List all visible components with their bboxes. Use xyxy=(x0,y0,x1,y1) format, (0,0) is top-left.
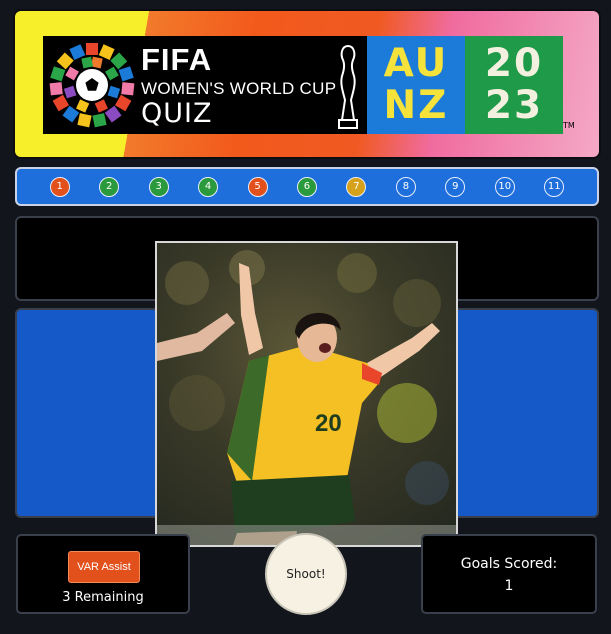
question-indicator-1[interactable]: 1 xyxy=(49,176,70,197)
banner-logo-area: FIFA WOMEN'S WORLD CUP QUIZ AU NZ 20 23 xyxy=(43,36,563,134)
jersey-number: 20 xyxy=(315,410,342,437)
var-remaining-count: 3 Remaining xyxy=(62,590,144,605)
var-assist-button[interactable]: VAR Assist xyxy=(68,551,140,583)
wwc-emblem-icon xyxy=(49,43,135,128)
banner-quiz-title: QUIZ xyxy=(141,98,213,129)
var-assist-panel: VAR Assist 3 Remaining xyxy=(16,534,190,614)
trophy-icon xyxy=(338,44,358,129)
year-top: 20 xyxy=(484,41,544,86)
goals-scored-panel: Goals Scored: 1 xyxy=(421,534,597,614)
host-countries-badge: AU NZ xyxy=(367,36,465,134)
shoot-button[interactable]: Shoot! xyxy=(265,533,347,615)
question-indicator-4[interactable]: 4 xyxy=(198,176,219,197)
question-indicator-5[interactable]: 5 xyxy=(247,176,268,197)
fifa-wordmark: FIFA xyxy=(141,42,213,77)
player-photo: 20 xyxy=(155,241,458,547)
question-indicator-3[interactable]: 3 xyxy=(148,176,169,197)
goals-scored-label: Goals Scored: xyxy=(460,556,558,572)
question-indicator-9[interactable]: 9 xyxy=(445,176,466,197)
question-indicator-8[interactable]: 8 xyxy=(395,176,416,197)
goals-scored-value: 1 xyxy=(504,578,514,594)
host-au: AU xyxy=(383,41,449,86)
trademark: TM xyxy=(563,121,575,130)
question-progress-strip: 1 2 3 4 5 6 7 8 9 10 11 xyxy=(15,167,599,206)
question-indicator-6[interactable]: 6 xyxy=(296,176,317,197)
question-indicator-7[interactable]: 7 xyxy=(346,176,367,197)
question-indicator-2[interactable]: 2 xyxy=(99,176,120,197)
year-bottom: 23 xyxy=(484,83,544,128)
host-nz: NZ xyxy=(383,83,449,128)
year-badge: 20 23 xyxy=(465,36,563,134)
question-indicator-11[interactable]: 11 xyxy=(544,176,565,197)
quiz-banner: FIFA WOMEN'S WORLD CUP QUIZ AU NZ 20 23 … xyxy=(15,11,599,157)
question-indicator-10[interactable]: 10 xyxy=(494,176,515,197)
banner-subtitle: WOMEN'S WORLD CUP xyxy=(141,79,337,98)
